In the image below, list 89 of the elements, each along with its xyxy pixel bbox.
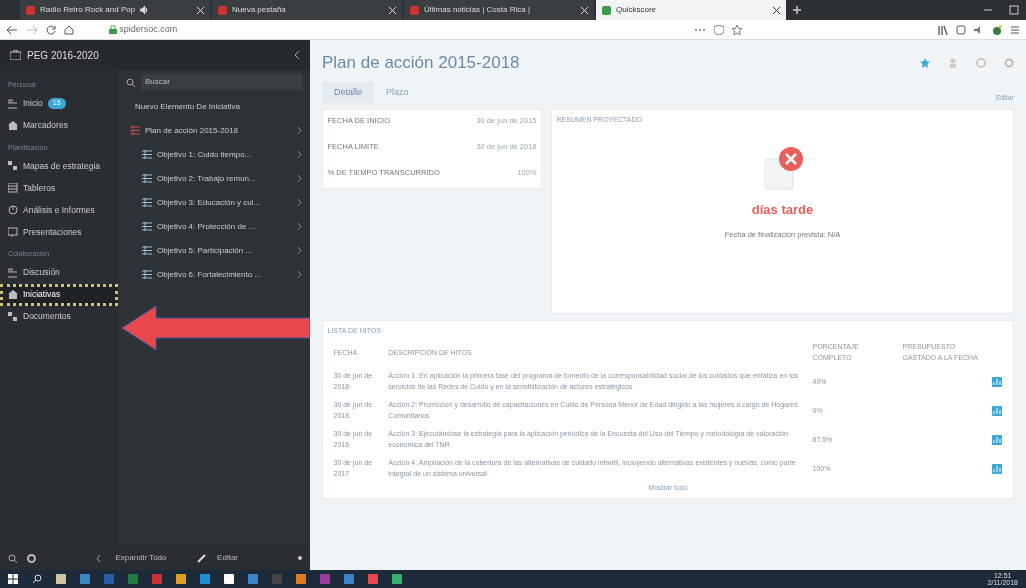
search-field[interactable]: Buscar bbox=[141, 74, 302, 90]
app-icon[interactable] bbox=[248, 574, 258, 584]
tree-item[interactable]: Objetivo 2: Trabajo remun... bbox=[126, 166, 302, 191]
list-icon bbox=[142, 198, 152, 207]
chart-icon[interactable] bbox=[992, 434, 1003, 445]
app-icon[interactable] bbox=[392, 574, 402, 584]
app-icon[interactable] bbox=[176, 574, 186, 584]
page-icon bbox=[410, 5, 419, 15]
chart-icon[interactable] bbox=[992, 405, 1003, 416]
chevron-icon bbox=[297, 175, 302, 182]
nav-item[interactable]: Presentaciones bbox=[0, 221, 118, 243]
expand-all-link[interactable]: Expandir Todo bbox=[115, 552, 167, 564]
tree-item[interactable]: Objetivo 4: Protección de ... bbox=[126, 214, 302, 239]
close-icon[interactable] bbox=[773, 6, 780, 14]
chart-icon[interactable] bbox=[992, 463, 1003, 474]
page-icon bbox=[602, 5, 611, 15]
windows-icon[interactable] bbox=[8, 574, 18, 584]
nav-item[interactable]: Iniciativas bbox=[0, 283, 118, 306]
list-icon bbox=[130, 126, 140, 135]
browser-tab[interactable]: Quickscore bbox=[596, 0, 786, 20]
app-icon[interactable] bbox=[56, 574, 66, 584]
tree-item[interactable]: Plan de acción 2015-2018 bbox=[126, 118, 302, 143]
back-icon[interactable] bbox=[96, 554, 101, 562]
chevron-icon bbox=[297, 151, 302, 158]
app-icon[interactable] bbox=[200, 574, 210, 584]
nav-item[interactable]: Mapas de estrategia bbox=[0, 155, 118, 177]
menu-icon[interactable] bbox=[1010, 24, 1020, 35]
chevron-icon bbox=[297, 223, 302, 230]
library-icon[interactable] bbox=[938, 24, 948, 35]
dot-icon[interactable] bbox=[298, 556, 302, 560]
reload-icon[interactable] bbox=[46, 24, 56, 35]
app-icon[interactable] bbox=[80, 574, 90, 584]
nav-item[interactable]: Análisis e Informes bbox=[0, 199, 118, 221]
house-icon bbox=[8, 120, 18, 131]
app-icon[interactable] bbox=[296, 574, 306, 584]
tree-item[interactable]: Objetivo 1: Cuido tiempo... bbox=[126, 142, 302, 167]
list-icon bbox=[142, 174, 152, 183]
page-icon bbox=[218, 5, 227, 15]
list-icon bbox=[142, 246, 152, 255]
search-icon bbox=[126, 77, 135, 87]
edit-link[interactable]: Editar bbox=[217, 552, 238, 564]
house-icon bbox=[8, 289, 18, 300]
nav-item[interactable]: Tableros bbox=[0, 177, 118, 199]
tree-item[interactable]: Objetivo 3: Educación y cul... bbox=[126, 190, 302, 215]
star-icon[interactable] bbox=[732, 24, 742, 35]
nav-item[interactable]: Marcadores bbox=[0, 114, 118, 137]
chevron-icon bbox=[297, 199, 302, 206]
pencil-icon bbox=[197, 553, 208, 563]
extension-icon[interactable] bbox=[992, 24, 1002, 35]
app-icon[interactable] bbox=[152, 574, 162, 584]
star-icon[interactable] bbox=[920, 57, 930, 68]
collapse-icon[interactable] bbox=[294, 51, 300, 59]
app-icon[interactable] bbox=[344, 574, 354, 584]
forward-icon[interactable] bbox=[26, 24, 38, 35]
chevron-icon bbox=[297, 127, 302, 134]
search-icon[interactable] bbox=[32, 574, 42, 584]
tree-item[interactable]: Objetivo 6: Fortalecimiento ... bbox=[126, 262, 302, 287]
nav-item[interactable]: Documentos bbox=[0, 305, 118, 328]
list-icon bbox=[142, 222, 152, 231]
person-icon[interactable] bbox=[948, 57, 958, 68]
lock-icon bbox=[109, 25, 117, 34]
shield-icon[interactable] bbox=[714, 24, 724, 35]
briefcase-icon bbox=[10, 50, 21, 60]
app-icon[interactable] bbox=[224, 574, 234, 584]
tree-item[interactable]: Objetivo 5: Participación ... bbox=[126, 238, 302, 263]
search-icon[interactable] bbox=[8, 553, 17, 563]
map-icon bbox=[8, 161, 18, 171]
map-icon bbox=[8, 311, 18, 322]
grid-icon bbox=[8, 183, 18, 193]
more-icon[interactable] bbox=[694, 27, 706, 32]
nav-item[interactable]: Discusión bbox=[0, 261, 118, 284]
back-icon[interactable] bbox=[6, 24, 18, 35]
list-icon bbox=[142, 270, 152, 279]
browser-tab[interactable]: Radio Retro Rock and Pop bbox=[20, 0, 210, 20]
chevron-icon bbox=[297, 271, 302, 278]
screen-icon bbox=[8, 227, 18, 237]
status-text: días tarde bbox=[751, 201, 814, 219]
home-icon[interactable] bbox=[64, 24, 74, 35]
browser-tab[interactable]: Nueva pestaña bbox=[212, 0, 402, 20]
list-icon bbox=[142, 150, 152, 159]
page-title: Plan de acción 2015-2018 bbox=[322, 52, 521, 74]
app-icon[interactable] bbox=[368, 574, 378, 584]
add-item-link[interactable]: Nuevo Elemento De Iniciativa bbox=[126, 94, 302, 119]
chart-icon[interactable] bbox=[992, 376, 1003, 387]
sidebar-title: PEG 2016-2020 bbox=[27, 48, 100, 63]
browser-tab[interactable]: Últimas noticias | Costa Rica | bbox=[404, 0, 594, 20]
page-icon bbox=[26, 5, 35, 15]
address-field[interactable]: spidersoc.com bbox=[109, 22, 178, 37]
chevron-icon bbox=[297, 247, 302, 254]
